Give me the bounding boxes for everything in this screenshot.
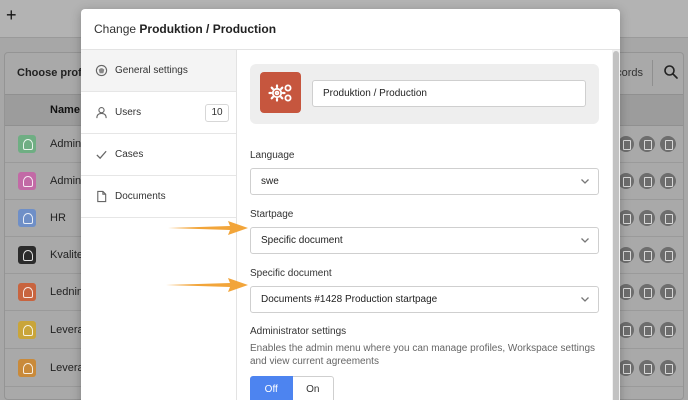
language-select[interactable]: swe xyxy=(250,168,599,195)
delete-icon[interactable] xyxy=(660,173,676,189)
delete-icon[interactable] xyxy=(660,136,676,152)
edit-icon[interactable] xyxy=(618,173,634,189)
arrow-annotation-specific-document xyxy=(166,278,248,292)
row-actions xyxy=(618,322,681,341)
dialog-title-profile: Produktion / Production xyxy=(139,22,277,36)
edit-icon[interactable] xyxy=(618,210,634,226)
sidebar-item-documents[interactable]: Documents xyxy=(81,176,236,218)
profile-name: HR xyxy=(50,212,66,224)
copy-icon[interactable] xyxy=(639,322,655,338)
row-actions xyxy=(618,247,681,266)
dialog-title-prefix: Change xyxy=(94,22,137,36)
row-actions xyxy=(618,136,681,155)
sidebar-item-label: General settings xyxy=(115,65,188,76)
background-card-title: Choose profil xyxy=(17,67,88,79)
copy-icon[interactable] xyxy=(639,136,655,152)
row-actions xyxy=(618,284,681,303)
sidebar-item-label: Cases xyxy=(115,149,144,160)
startpage-label: Startpage xyxy=(250,209,294,220)
edit-icon[interactable] xyxy=(618,247,634,263)
sidebar-item-cases[interactable]: Cases xyxy=(81,134,236,176)
startpage-select[interactable]: Specific document xyxy=(250,227,599,254)
document-icon xyxy=(94,190,108,204)
delete-icon[interactable] xyxy=(660,360,676,376)
arrow-annotation-startpage xyxy=(168,221,248,235)
chevron-down-icon xyxy=(581,297,589,302)
delete-icon[interactable] xyxy=(660,247,676,263)
row-actions xyxy=(618,210,681,229)
copy-icon[interactable] xyxy=(639,173,655,189)
row-actions xyxy=(618,360,681,379)
administrator-settings-field: Administrator settings Enables the admin… xyxy=(250,326,599,400)
search-icon[interactable] xyxy=(663,64,679,80)
edit-icon[interactable] xyxy=(618,322,634,338)
language-field: Language swe xyxy=(250,150,599,195)
toggle-off-button[interactable]: Off xyxy=(250,376,293,400)
profile-icon xyxy=(18,209,36,227)
dialog-title: Change Produktion / Production xyxy=(81,9,620,50)
sidebar-item-users[interactable]: Users 10 xyxy=(81,92,236,134)
sidebar-item-general-settings[interactable]: General settings xyxy=(81,50,236,92)
administrator-settings-description: Enables the admin menu where you can man… xyxy=(250,343,596,367)
edit-icon[interactable] xyxy=(618,136,634,152)
chevron-down-icon xyxy=(581,179,589,184)
specific-document-field: Specific document Documents #1428 Produc… xyxy=(250,268,599,313)
row-actions xyxy=(618,173,681,192)
profile-icon xyxy=(18,246,36,264)
profile-icon xyxy=(18,135,36,153)
edit-icon[interactable] xyxy=(618,360,634,376)
gears-icon[interactable] xyxy=(260,72,301,113)
add-icon[interactable]: + xyxy=(6,6,17,24)
profile-icon xyxy=(18,172,36,190)
sidebar-item-label: Users xyxy=(115,107,142,118)
language-label: Language xyxy=(250,150,295,161)
profile-name: Admin xyxy=(50,138,82,150)
startpage-field: Startpage Specific document xyxy=(250,209,599,254)
toggle-on-button[interactable]: On xyxy=(292,376,334,400)
gear-icon xyxy=(94,64,108,78)
sidebar-item-label: Documents xyxy=(115,191,166,202)
profile-icon xyxy=(18,283,36,301)
copy-icon[interactable] xyxy=(639,247,655,263)
copy-icon[interactable] xyxy=(639,210,655,226)
specific-document-select[interactable]: Documents #1428 Production startpage xyxy=(250,286,599,313)
language-value: swe xyxy=(261,176,279,187)
change-profile-dialog: Change Produktion / Production General s… xyxy=(81,9,620,400)
scrollbar-thumb[interactable] xyxy=(613,51,619,400)
profile-header xyxy=(250,64,599,124)
specific-document-value: Documents #1428 Production startpage xyxy=(261,294,438,305)
profile-name-input[interactable] xyxy=(312,80,586,107)
profile-icon xyxy=(18,321,36,339)
chevron-down-icon xyxy=(581,238,589,243)
delete-icon[interactable] xyxy=(660,284,676,300)
specific-document-label: Specific document xyxy=(250,268,332,279)
name-column-header[interactable]: Name xyxy=(50,104,80,116)
check-icon xyxy=(94,148,108,162)
profile-icon xyxy=(18,359,36,377)
copy-icon[interactable] xyxy=(639,284,655,300)
copy-icon[interactable] xyxy=(639,360,655,376)
delete-icon[interactable] xyxy=(660,210,676,226)
edit-icon[interactable] xyxy=(618,284,634,300)
profile-name: Admin xyxy=(50,175,82,187)
general-settings-panel: Language swe Startpage Specific document… xyxy=(238,50,612,400)
users-count-badge: 10 xyxy=(205,104,229,122)
administrator-toggle: Off On xyxy=(250,376,334,400)
startpage-value: Specific document xyxy=(261,235,343,246)
delete-icon[interactable] xyxy=(660,322,676,338)
user-icon xyxy=(94,106,108,120)
divider xyxy=(652,60,653,86)
administrator-settings-label: Administrator settings xyxy=(250,326,347,337)
